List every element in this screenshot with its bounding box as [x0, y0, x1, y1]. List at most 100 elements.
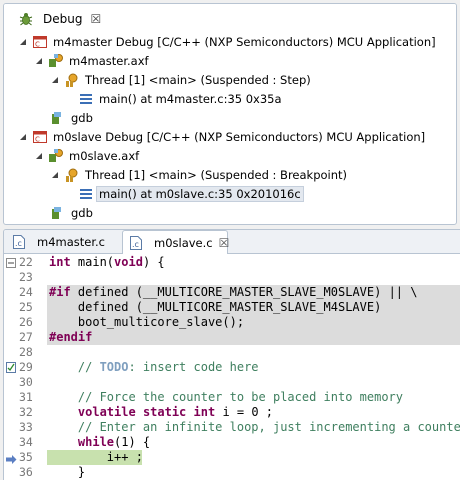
code-line[interactable]: 25 defined (__MULTICORE_MASTER_SLAVE_M4S…: [4, 300, 460, 315]
code-token: : insert code here: [128, 360, 259, 374]
line-number: 32: [19, 405, 33, 419]
tab-m4master-c[interactable]: .c m4master.c: [6, 230, 114, 254]
line-number: 34: [19, 435, 33, 449]
tree-item-gdb-m4master[interactable]: gdb: [50, 109, 93, 127]
code-text: i++ ;: [49, 450, 143, 465]
tree-item-label: m4master Debug [C/C++ (NXP Semiconductor…: [53, 35, 436, 49]
code-area[interactable]: 22 int main(void) {23 24 #if defined (__MUL…: [4, 254, 460, 480]
collapse-arrow-icon[interactable]: [50, 170, 60, 180]
line-number: 23: [19, 270, 33, 284]
close-icon[interactable]: ☒: [219, 236, 230, 250]
code-line[interactable]: 33 // Enter an infinite loop, just incre…: [4, 420, 460, 435]
tree-item-thread-m4master[interactable]: Thread [1] <main> (Suspended : Step): [50, 71, 311, 89]
debug-view-tabbar: Debug ☒: [4, 4, 456, 32]
tree-item-m4master-debug[interactable]: C m4master Debug [C/C++ (NXP Semiconduct…: [18, 33, 436, 51]
tree-item-stack-frame-m4master[interactable]: main() at m4master.c:35 0x35a: [78, 90, 282, 108]
code-token: int: [49, 255, 71, 269]
line-number: 31: [19, 390, 33, 404]
code-token: while: [77, 435, 115, 449]
svg-text:C: C: [35, 41, 40, 49]
code-token: (1) {: [114, 435, 151, 449]
thread-suspended-icon: [64, 167, 80, 183]
svg-text:C: C: [35, 136, 40, 144]
task-marker-icon[interactable]: [6, 362, 16, 373]
line-highlight: [47, 330, 460, 345]
tree-item-label: m0slave.axf: [69, 149, 140, 163]
code-line[interactable]: 32 volatile static int i = 0 ;: [4, 405, 460, 420]
code-token: main(: [70, 255, 115, 269]
thread-suspended-icon: [64, 72, 80, 88]
collapse-arrow-icon[interactable]: [18, 37, 28, 47]
line-number: 26: [19, 315, 33, 329]
code-text: // Enter an infinite loop, just incremen…: [49, 420, 460, 435]
code-text: #if defined (__MULTICORE_MASTER_SLAVE_M0…: [49, 285, 417, 300]
debug-bug-icon: [18, 11, 34, 27]
code-token: #endif: [49, 330, 93, 344]
gdb-process-icon: [50, 205, 66, 221]
code-line[interactable]: 31 // Force the counter to be placed int…: [4, 390, 460, 405]
code-token: #if: [49, 285, 71, 299]
svg-text:.c: .c: [132, 240, 139, 249]
collapse-arrow-icon[interactable]: [50, 75, 60, 85]
tree-item-m0slave-axf[interactable]: m0slave.axf: [34, 147, 139, 165]
tree-item-label: main() at m4master.c:35 0x35a: [99, 92, 282, 106]
code-line[interactable]: 36 }: [4, 465, 460, 480]
collapse-arrow-icon[interactable]: [34, 56, 44, 66]
instruction-pointer-icon: [6, 453, 17, 464]
tree-item-thread-m0slave[interactable]: Thread [1] <main> (Suspended : Breakpoin…: [50, 166, 347, 184]
c-file-icon: .c: [129, 235, 145, 251]
collapse-arrow-icon[interactable]: [34, 151, 44, 161]
fold-collapse-icon[interactable]: [6, 257, 16, 268]
code-text: while(1) {: [49, 435, 150, 450]
code-token: //: [49, 360, 100, 374]
tree-item-label: Thread [1] <main> (Suspended : Breakpoin…: [85, 168, 348, 182]
line-number: 28: [19, 345, 33, 359]
process-icon: [48, 148, 64, 164]
code-token: i++ ;: [49, 450, 143, 464]
code-token: // Enter an infinite loop, just incremen…: [49, 420, 460, 434]
code-line[interactable]: 24 #if defined (__MULTICORE_MASTER_SLAVE_…: [4, 285, 460, 300]
launch-config-icon: C: [32, 129, 48, 145]
code-text: // Force the counter to be placed into m…: [49, 390, 403, 405]
tree-item-label: gdb: [71, 206, 93, 220]
code-line[interactable]: 23: [4, 270, 460, 285]
code-line[interactable]: 29 // TODO: insert code here: [4, 360, 460, 375]
line-number: 33: [19, 420, 33, 434]
tree-item-m0slave-debug[interactable]: C m0slave Debug [C/C++ (NXP Semiconducto…: [18, 128, 425, 146]
tab-m0slave-c[interactable]: .c m0slave.c ☒: [122, 230, 230, 255]
gdb-process-icon: [50, 110, 66, 126]
code-line[interactable]: 27 #endif: [4, 330, 460, 345]
code-line[interactable]: 22 int main(void) {: [4, 255, 460, 270]
tree-item-gdb-m0slave[interactable]: gdb: [50, 204, 93, 222]
collapse-arrow-icon[interactable]: [18, 132, 28, 142]
code-token: // Force the counter to be placed into m…: [49, 390, 404, 404]
tree-item-stack-frame-m0slave[interactable]: main() at m0slave.c:35 0x201016c: [78, 185, 304, 203]
line-number: 29: [19, 360, 33, 374]
line-number: 30: [19, 375, 33, 389]
code-text: defined (__MULTICORE_MASTER_SLAVE_M4SLAV…: [49, 300, 381, 315]
svg-text:.c: .c: [15, 239, 22, 248]
code-line[interactable]: 34 while(1) {: [4, 435, 460, 450]
code-token: i = 0 ;: [215, 405, 274, 419]
c-file-icon: .c: [12, 234, 28, 250]
code-line[interactable]: 30: [4, 375, 460, 390]
close-icon[interactable]: ☒: [90, 12, 101, 26]
tab-label: m4master.c: [37, 235, 105, 249]
tree-item-label: main() at m0slave.c:35 0x201016c: [96, 186, 304, 202]
code-line[interactable]: 35 i++ ;: [4, 450, 460, 465]
code-line[interactable]: 26 boot_multicore_slave();: [4, 315, 460, 330]
line-number: 25: [19, 300, 33, 314]
code-token: static: [142, 405, 187, 419]
tree-item-m4master-axf[interactable]: m4master.axf: [34, 52, 149, 70]
code-text: }: [49, 465, 85, 480]
tab-debug[interactable]: Debug ☒: [12, 6, 107, 32]
line-number: 24: [19, 285, 33, 299]
code-line[interactable]: 28: [4, 345, 460, 360]
tree-item-label: m0slave Debug [C/C++ (NXP Semiconductors…: [53, 130, 426, 144]
code-editor: .c m4master.c .c m0slave.c ☒ 22 int main(…: [3, 229, 460, 480]
code-token: TODO: [99, 360, 129, 374]
